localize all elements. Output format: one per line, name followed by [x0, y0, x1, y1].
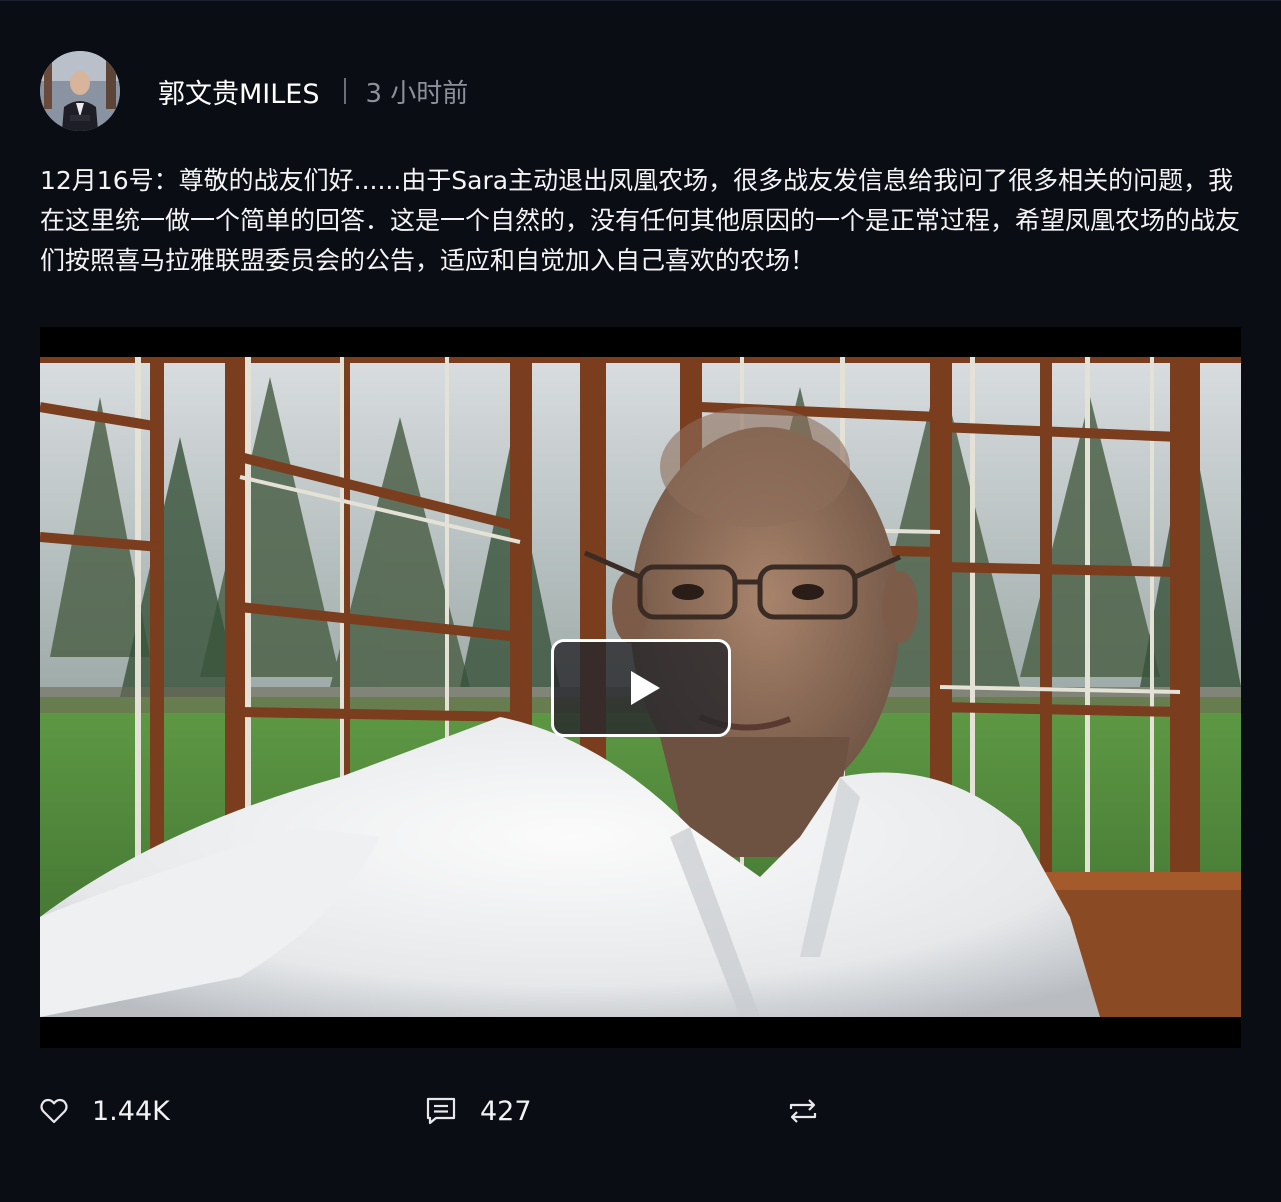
author-name[interactable]: 郭文贵MILES [158, 72, 320, 111]
comment-count: 427 [480, 1095, 532, 1127]
post-text: 12月16号：尊敬的战友们好......由于Sara主动退出凤凰农场，很多战友发… [40, 166, 1241, 275]
action-bar: 1.44K 427 [40, 1089, 1240, 1133]
video-player[interactable] [40, 327, 1241, 1048]
comment-icon [426, 1097, 456, 1125]
avatar[interactable] [40, 51, 120, 131]
header-divider [343, 78, 346, 104]
play-button[interactable] [551, 639, 731, 737]
like-button[interactable]: 1.44K [40, 1089, 170, 1133]
post-header: 郭文贵MILES 3 小时前 [40, 50, 468, 132]
like-count: 1.44K [92, 1095, 170, 1127]
play-icon [630, 671, 660, 705]
post-card: 郭文贵MILES 3 小时前 12月16号：尊敬的战友们好......由于Sar… [0, 0, 1281, 1202]
heart-icon [40, 1098, 68, 1124]
repost-icon [788, 1098, 818, 1124]
comment-button[interactable]: 427 [426, 1089, 532, 1133]
repost-button[interactable] [788, 1089, 818, 1133]
post-timestamp: 3 小时前 [365, 78, 469, 109]
